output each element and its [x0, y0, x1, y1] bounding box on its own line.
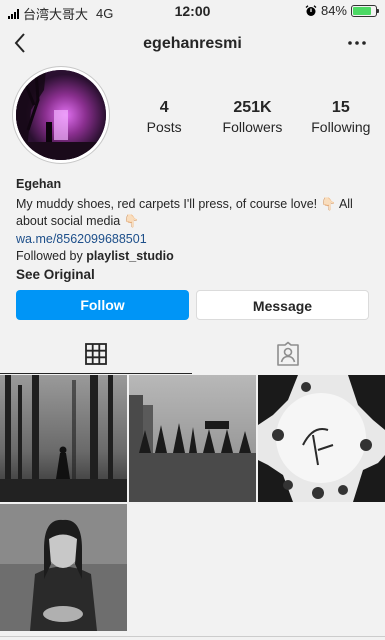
profile-stats: 4 Posts 251K Followers 15 Following [120, 99, 385, 135]
stat-followers-count: 251K [233, 99, 272, 116]
followed-by[interactable]: Followed by playlist_studio [16, 248, 371, 265]
stat-following[interactable]: 15 Following [297, 99, 385, 135]
tab-tagged[interactable] [192, 334, 384, 374]
see-original-link[interactable]: See Original [16, 266, 371, 283]
stat-posts-label: Posts [146, 119, 182, 135]
stat-followers[interactable]: 251K Followers [208, 99, 296, 135]
more-options-icon[interactable] [347, 36, 367, 50]
stat-following-label: Following [311, 119, 371, 135]
follow-button[interactable]: Follow [16, 290, 189, 320]
stat-posts[interactable]: 4 Posts [120, 99, 208, 135]
followed-by-user: playlist_studio [86, 249, 174, 263]
profile-bio: Egehan My muddy shoes, red carpets I'll … [16, 176, 371, 283]
bio-text: My muddy shoes, red carpets I'll press, … [16, 197, 353, 228]
navigation-bar: egehanresmi [0, 24, 385, 64]
post-thumbnail[interactable] [0, 504, 127, 631]
post-thumbnail[interactable] [0, 375, 127, 502]
status-bar: 台湾大哥大 4G 12:00 84% [0, 0, 385, 22]
stat-posts-count: 4 [159, 99, 169, 116]
battery-percent: 84% [320, 3, 347, 18]
bio-link[interactable]: wa.me/8562099688501 [16, 231, 371, 248]
post-thumbnail[interactable] [129, 375, 256, 502]
profile-tabs [0, 334, 385, 374]
avatar-image [16, 69, 106, 160]
alarm-icon [305, 4, 317, 16]
post-thumbnail[interactable] [258, 375, 385, 502]
bottom-divider [0, 636, 385, 637]
followed-by-prefix: Followed by [16, 249, 87, 263]
profile-display-name: Egehan [16, 177, 62, 191]
tab-posts-grid[interactable] [0, 334, 192, 374]
status-right: 84% [305, 3, 379, 18]
stat-following-count: 15 [331, 99, 350, 116]
avatar[interactable] [12, 66, 110, 164]
battery-icon [351, 4, 379, 17]
profile-username-title: egehanresmi [143, 35, 242, 52]
tagged-person-icon [277, 341, 299, 366]
stat-followers-label: Followers [222, 119, 283, 135]
grid-icon [85, 342, 107, 365]
message-button[interactable]: Message [196, 290, 369, 320]
